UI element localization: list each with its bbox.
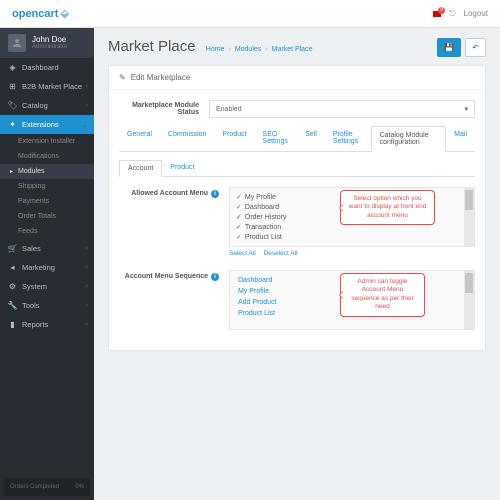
nav-reports[interactable]: ▮Reports›	[0, 315, 94, 334]
callout-sequence: Admin can toggle Account Menu sequence a…	[340, 273, 425, 317]
nav-dashboard[interactable]: ◈Dashboard	[0, 58, 94, 77]
panel-header: ✎ Edit Marketplace	[109, 66, 485, 90]
tab-product[interactable]: Product	[214, 126, 254, 151]
logo-text: opencart	[12, 8, 58, 20]
chevron-right-icon: ›	[86, 264, 88, 271]
nav-payments[interactable]: Payments	[0, 194, 94, 209]
info-icon[interactable]: i	[211, 190, 219, 198]
scrollbar[interactable]	[464, 271, 474, 329]
sidebar: John Doe Administrator ◈Dashboard ⊞B2B M…	[0, 28, 94, 500]
nav-system[interactable]: ⚙System›	[0, 277, 94, 296]
subtab-product[interactable]: Product	[162, 160, 202, 176]
user-name: John Doe	[32, 35, 67, 45]
list-actions: Select All Deselect All	[229, 247, 475, 260]
chevron-right-icon: ›	[86, 321, 88, 328]
status-select[interactable]: Enabled ▾	[209, 100, 475, 118]
notification-icon[interactable]	[433, 11, 441, 17]
nav-catalog[interactable]: 🏷Catalog›	[0, 96, 94, 115]
sub-tabs: Account Product	[119, 160, 475, 177]
nav-ext-installer[interactable]: Extension Installer	[0, 134, 94, 149]
logout-link[interactable]: Logout	[464, 9, 488, 18]
chevron-right-icon: ›	[86, 83, 88, 90]
wrench-icon: 🔧	[8, 301, 17, 310]
logo[interactable]: opencart⬙	[12, 7, 69, 20]
tab-seo[interactable]: SEO Settings	[255, 126, 298, 151]
market-icon: ⊞	[8, 82, 17, 91]
nav-shipping[interactable]: Shipping	[0, 179, 94, 194]
tab-sell[interactable]: Sell	[297, 126, 325, 151]
save-button[interactable]: 💾	[437, 38, 461, 57]
dashboard-icon: ◈	[8, 63, 17, 72]
gear-icon: ⚙	[8, 282, 17, 291]
chevron-right-icon: ›	[86, 102, 88, 109]
chevron-right-icon: ›	[86, 245, 88, 252]
tag-icon: 🏷	[8, 101, 17, 110]
crumb-home[interactable]: Home	[206, 46, 225, 53]
user-role: Administrator	[32, 44, 67, 51]
tab-mail[interactable]: Mail	[446, 126, 475, 151]
status-label: Marketplace Module Status	[119, 102, 209, 116]
edit-panel: ✎ Edit Marketplace Marketplace Module St…	[108, 65, 486, 351]
tab-profile[interactable]: Profile Settings	[325, 126, 371, 151]
scrollbar[interactable]	[464, 188, 474, 246]
tab-general[interactable]: General	[119, 126, 160, 151]
chevron-right-icon: ›	[86, 283, 88, 290]
chevron-down-icon: ⌄	[82, 121, 88, 129]
topbar-right: ⎋ Logout	[433, 9, 488, 19]
cart-icon: ⬙	[60, 7, 68, 20]
avatar	[8, 34, 26, 52]
main-content: Market Place Home› Modules› Market Place…	[94, 28, 500, 500]
nav-modules[interactable]: Modules	[0, 164, 94, 179]
sequence-label: Account Menu Sequencei	[119, 270, 229, 330]
sequence-list[interactable]: Dashboard My Profile Add Product Product…	[229, 270, 475, 330]
deselect-all-link[interactable]: Deselect All	[264, 250, 298, 257]
check-product-list[interactable]: Product List	[234, 232, 470, 242]
pencil-icon: ✎	[119, 73, 126, 82]
user-block: John Doe Administrator	[0, 28, 94, 58]
page-title: Market Place	[108, 38, 196, 55]
breadcrumb: Home› Modules› Market Place	[206, 46, 313, 53]
crumb-current[interactable]: Market Place	[272, 46, 313, 53]
logout-icon[interactable]: ⎋	[449, 9, 455, 19]
cancel-button[interactable]: ↶	[465, 38, 486, 57]
nav-extensions[interactable]: ✦Extensions⌄	[0, 115, 94, 134]
chart-icon: ▮	[8, 320, 17, 329]
allowed-menu-list[interactable]: My Profile Dashboard Order History Trans…	[229, 187, 475, 247]
subtab-account[interactable]: Account	[119, 160, 162, 177]
nav: ◈Dashboard ⊞B2B Market Place› 🏷Catalog› …	[0, 58, 94, 478]
info-icon[interactable]: i	[211, 273, 219, 281]
cart-icon: 🛒	[8, 244, 17, 253]
nav-order-totals[interactable]: Order Totals	[0, 209, 94, 224]
nav-tools[interactable]: 🔧Tools›	[0, 296, 94, 315]
nav-sales[interactable]: 🛒Sales›	[0, 239, 94, 258]
nav-marketing[interactable]: ◂Marketing›	[0, 258, 94, 277]
topbar: opencart⬙ ⎋ Logout	[0, 0, 500, 28]
page-header: Market Place Home› Modules› Market Place…	[94, 28, 500, 65]
nav-modifications[interactable]: Modifications	[0, 149, 94, 164]
tab-catalog-module[interactable]: Catalog Module configuration	[371, 126, 447, 152]
select-all-link[interactable]: Select All	[229, 250, 256, 257]
chevron-right-icon: ›	[86, 302, 88, 309]
callout-menu: Select option which you want to display …	[340, 190, 435, 225]
share-icon: ◂	[8, 263, 17, 272]
allowed-menu-label: Allowed Account Menui	[119, 187, 229, 260]
crumb-modules[interactable]: Modules	[235, 46, 261, 53]
nav-b2b[interactable]: ⊞B2B Market Place›	[0, 77, 94, 96]
main-tabs: General Commission Product SEO Settings …	[119, 126, 475, 152]
orders-completed: Orders Completed 0%	[4, 478, 90, 496]
tab-commission[interactable]: Commission	[160, 126, 215, 151]
nav-feeds[interactable]: Feeds	[0, 224, 94, 239]
puzzle-icon: ✦	[8, 120, 17, 129]
chevron-down-icon: ▾	[464, 105, 468, 113]
